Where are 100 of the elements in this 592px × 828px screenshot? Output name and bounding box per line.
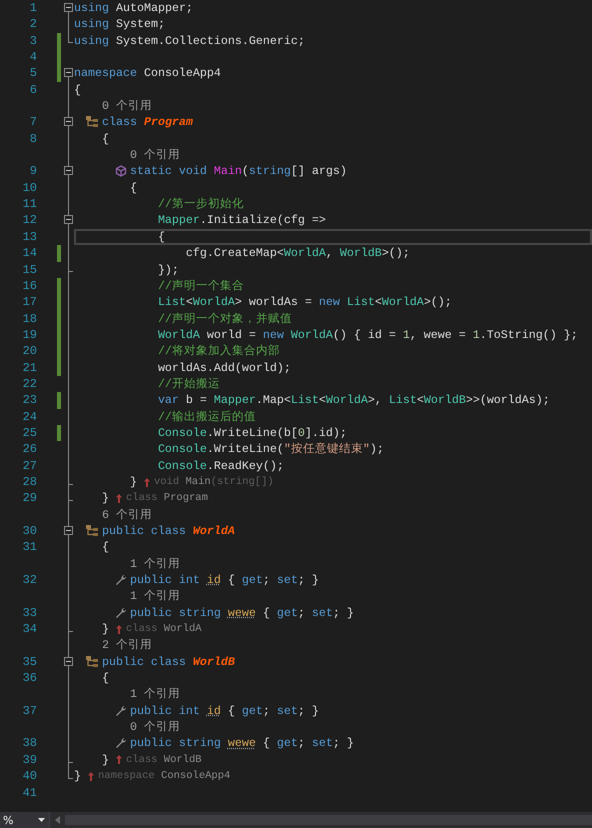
end-of-block-hint: class Program xyxy=(126,491,208,506)
end-of-block-hint: namespace ConsoleApp4 xyxy=(98,769,230,784)
line-number: 24 xyxy=(22,408,37,425)
reference-count[interactable]: 6 个引用 xyxy=(102,506,152,523)
line-number: 4 xyxy=(28,49,37,66)
code-line: List<WorldA> worldAs = new List<WorldA>(); xyxy=(158,294,452,311)
code-line: { xyxy=(158,228,165,246)
line-number: 3 xyxy=(28,32,37,50)
code-line: } xyxy=(102,752,109,768)
hierarchy-icon xyxy=(86,116,99,128)
code-line: //开始搬运 xyxy=(158,376,220,392)
wrench-icon xyxy=(114,606,127,619)
line-number: 10 xyxy=(22,180,37,196)
wrench-icon xyxy=(114,737,127,750)
code-line: { xyxy=(102,670,109,686)
line-number: 14 xyxy=(22,245,37,262)
code-line: //声明一个集合 xyxy=(158,278,244,294)
collapse-button[interactable] xyxy=(64,526,73,535)
end-of-block-hint: class WorldB xyxy=(126,752,202,768)
line-number: 28 xyxy=(22,474,37,490)
code-line: var b = Mapper.Map<List<WorldA>, List<WorldB>>(worldAs); xyxy=(158,392,550,409)
code-line: using System; xyxy=(74,16,165,33)
line-number: 18 xyxy=(22,310,37,327)
collapse-button[interactable] xyxy=(64,117,73,126)
code-line: class Program xyxy=(102,114,193,131)
code-line: public class WorldA xyxy=(102,523,235,540)
code-line: using AutoMapper; xyxy=(74,0,193,16)
reference-count[interactable]: 2 个引用 xyxy=(102,637,152,654)
reference-count[interactable]: 1 个引用 xyxy=(130,588,180,605)
up-arrow-icon xyxy=(116,624,122,634)
line-number: 8 xyxy=(28,130,37,148)
code-line: public int id { get; set; } xyxy=(130,702,319,720)
code-line: //将对象加入集合内部 xyxy=(158,343,280,360)
reference-count[interactable]: 0 个引用 xyxy=(130,719,180,736)
code-line: static void Main(string[] args) xyxy=(130,163,347,180)
up-arrow-icon xyxy=(116,755,122,764)
collapse-button[interactable] xyxy=(64,656,73,666)
code-line: using System.Collections.Generic; xyxy=(74,32,305,50)
hierarchy-icon xyxy=(86,525,99,537)
line-number: 13 xyxy=(22,228,37,246)
reference-count[interactable]: 1 个引用 xyxy=(130,556,180,572)
line-number: 21 xyxy=(22,360,37,376)
code-line: public string wewe { get; set; } xyxy=(130,735,354,752)
code-line: //第一步初始化 xyxy=(158,196,244,212)
code-line: { xyxy=(102,539,109,556)
reference-count[interactable]: 1 个引用 xyxy=(130,686,180,703)
line-number: 32 xyxy=(22,572,37,588)
line-number: 34 xyxy=(22,621,37,638)
code-line: Mapper.Initialize(cfg => xyxy=(158,212,326,229)
zoom-dropdown[interactable]: % xyxy=(0,812,50,828)
line-number: 23 xyxy=(22,392,37,409)
collapse-button[interactable] xyxy=(64,68,73,78)
code-line: namespace ConsoleApp4 xyxy=(74,65,221,82)
collapse-button[interactable] xyxy=(64,215,73,224)
code-line: { xyxy=(130,180,137,196)
code-line: cfg.CreateMap<WorldA, WorldB>(); xyxy=(186,245,410,262)
cube-icon xyxy=(114,165,127,178)
code-line: Console.WriteLine(b[0].id); xyxy=(158,424,347,442)
code-line: } xyxy=(102,621,109,638)
collapse-button[interactable] xyxy=(64,3,73,12)
end-of-block-hint: void Main(string[]) xyxy=(154,474,274,490)
line-number: 20 xyxy=(22,343,37,360)
collapse-button[interactable] xyxy=(64,166,73,176)
line-number: 17 xyxy=(22,294,37,311)
end-of-block-hint: class WorldA xyxy=(126,622,202,638)
line-number: 12 xyxy=(22,212,37,229)
line-number: 29 xyxy=(22,490,37,507)
line-number: 37 xyxy=(22,702,37,720)
up-arrow-icon xyxy=(88,772,94,781)
scroll-left-icon[interactable] xyxy=(55,816,60,824)
line-number: 11 xyxy=(22,196,37,212)
code-line: public class WorldB xyxy=(102,654,235,670)
line-number: 40 xyxy=(22,768,37,784)
line-number: 35 xyxy=(22,654,37,670)
line-number: 25 xyxy=(22,424,37,442)
reference-count[interactable]: 0 个引用 xyxy=(130,147,180,164)
line-number: 26 xyxy=(22,441,37,458)
caret-icon xyxy=(38,818,45,822)
up-arrow-icon xyxy=(144,478,150,487)
line-number: 7 xyxy=(28,114,37,131)
reference-count[interactable]: 0 个引用 xyxy=(102,98,152,114)
hierarchy-icon xyxy=(86,656,99,668)
line-number: 38 xyxy=(22,735,37,752)
line-number: 41 xyxy=(22,784,37,801)
code-line: //输出搬运后的值 xyxy=(158,408,256,425)
line-number: 6 xyxy=(28,82,37,98)
code-line: Console.WriteLine("按任意键结束"); xyxy=(158,441,384,458)
up-arrow-icon xyxy=(116,494,122,503)
line-number: 36 xyxy=(22,670,37,686)
line-number: 22 xyxy=(22,376,37,392)
code-line: Console.ReadKey(); xyxy=(158,458,284,474)
code-line: public string wewe { get; set; } xyxy=(130,604,354,622)
code-line: } xyxy=(74,768,81,784)
line-number: 30 xyxy=(22,523,37,540)
line-number: 27 xyxy=(22,458,37,474)
line-number: 33 xyxy=(22,604,37,622)
wrench-icon xyxy=(114,704,127,717)
line-number: 19 xyxy=(22,326,37,344)
code-line: }); xyxy=(158,262,179,278)
line-number: 5 xyxy=(28,65,37,82)
